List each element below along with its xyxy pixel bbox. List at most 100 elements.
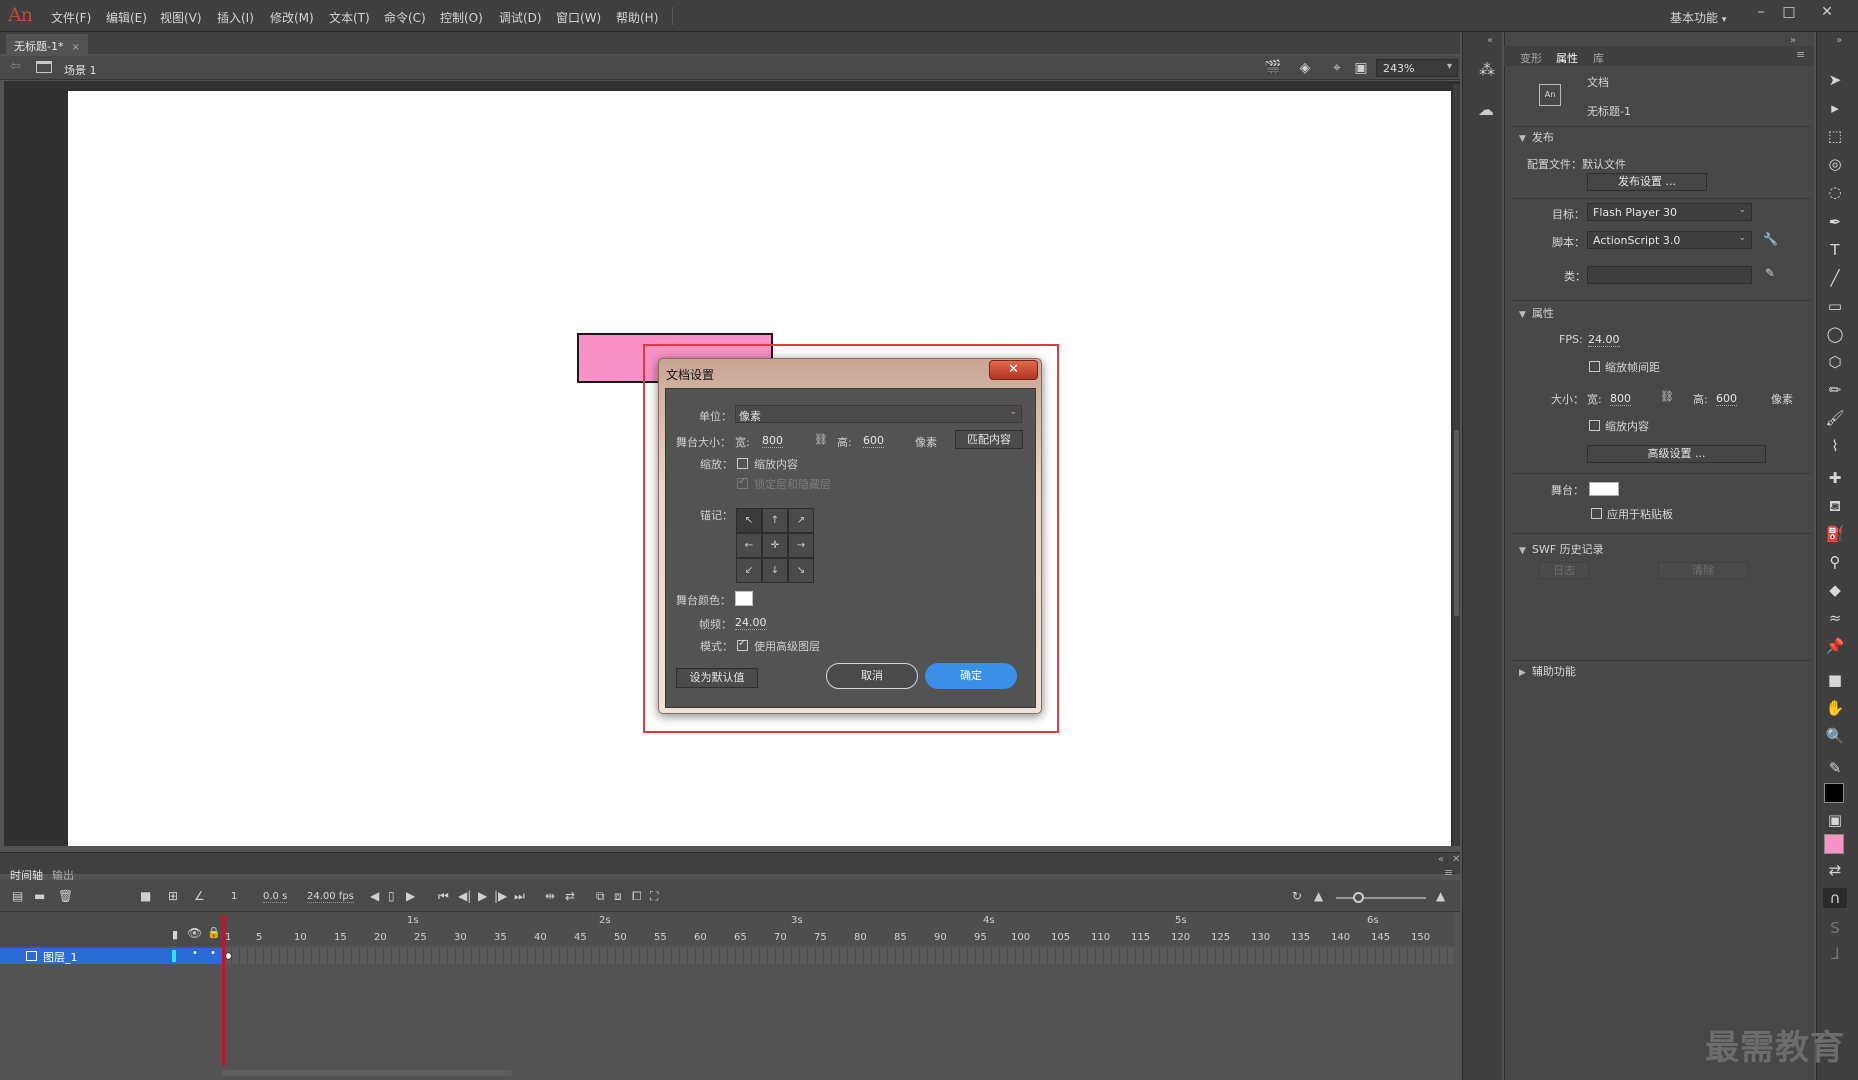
eyedropper-tool-icon[interactable]: ⚲ [1823,552,1847,572]
trash-icon[interactable]: 🗑 [58,889,73,903]
last-frame-icon[interactable]: ⏭ [514,889,525,904]
onion-skin-icon[interactable]: ⧉ [596,889,605,904]
highlight-layers-icon[interactable]: ▮ [172,928,178,941]
target-select[interactable]: Flash Player 30 ⌄ [1587,203,1752,221]
clip-stage-icon[interactable]: ▣ [1352,60,1370,76]
collapse-icon[interactable]: » [1836,35,1842,46]
new-layer-icon[interactable]: ▤ [12,889,23,903]
panel-menu-icon[interactable]: ≡ [1444,866,1453,879]
menu-view[interactable]: 视图(V) [160,9,202,26]
collapse-icon[interactable]: « [1438,854,1444,865]
scrollbar-thumb[interactable] [1454,430,1459,616]
stroke-color-swatch[interactable] [1824,783,1844,803]
subselection-tool-icon[interactable]: ▸ [1823,98,1847,118]
onion-outline-icon[interactable]: ⧈ [614,889,622,904]
zoom-tool-icon[interactable]: 🔍 [1823,726,1847,746]
zoom-out-icon[interactable]: ▲ [1314,889,1323,903]
paint-bucket-tool-icon[interactable]: ⛾ [1823,496,1847,516]
minimize-icon[interactable]: – [1750,4,1772,24]
publish-settings-button[interactable]: 发布设置 ... [1587,173,1707,191]
polystar-tool-icon[interactable]: ⬡ [1823,352,1847,372]
loop-icon[interactable]: ⇄ [565,889,575,903]
menu-window[interactable]: 窗口(W) [556,9,601,26]
layer-parenting-icon[interactable]: ⊞ [168,889,178,903]
collapse-icon[interactable]: » [1790,35,1796,46]
camera-tool-icon[interactable]: ■ [1823,670,1847,690]
menu-modify[interactable]: 修改(M) [270,9,314,26]
tab-transform[interactable]: 变形 [1520,50,1542,66]
layer-name[interactable]: 图层_1 [43,949,78,965]
menu-debug[interactable]: 调试(D) [499,9,542,26]
graph-icon[interactable]: ∠ [194,889,205,903]
panel-menu-icon[interactable]: ≡ [1796,48,1805,61]
fps-value[interactable]: 24.00 [1588,333,1620,347]
oval-tool-icon[interactable]: ◯ [1823,324,1847,344]
layer-lock-dot[interactable]: • [210,948,216,959]
pen-tool-icon[interactable]: ✒ [1823,212,1847,232]
marker-icon[interactable]: ▯ [388,889,395,903]
menu-text[interactable]: 文本(T) [329,9,370,26]
cc-libraries-icon[interactable]: ☁ [1478,100,1494,119]
center-frame-icon[interactable]: ⇹ [545,889,555,903]
zoom-in-icon[interactable]: ▲ [1436,889,1445,903]
new-folder-icon[interactable]: ▬ [34,889,45,903]
camera-icon[interactable]: ■ [140,889,151,903]
edit-symbol-icon[interactable]: ◈ [1296,60,1314,76]
layer-color-marker[interactable] [172,950,176,962]
3d-rotation-tool-icon[interactable]: ◎ [1823,154,1847,174]
properties-section-header[interactable]: ▼ 属性 [1519,305,1554,321]
close-icon[interactable]: ✕ [1816,4,1838,24]
close-tab-icon[interactable]: × [71,42,79,53]
current-time[interactable]: 0.0 s [263,891,288,903]
onion-markers-icon[interactable]: ⛶ [650,889,658,904]
swf-history-section-header[interactable]: ▼ SWF 历史记录 [1519,541,1604,557]
zoom-select[interactable]: 243% ▾ [1376,59,1458,77]
menu-commands[interactable]: 命令(C) [384,9,426,26]
step-forward-icon[interactable]: ▶ [406,889,415,903]
timeline-horizontal-scrollbar[interactable] [222,1070,512,1076]
height-value[interactable]: 600 [1716,392,1737,406]
rectangle-tool-icon[interactable]: ▭ [1823,296,1847,316]
selection-tool-icon[interactable]: ➤ [1823,70,1847,90]
playhead[interactable] [222,915,225,1065]
paint-brush-tool-icon[interactable]: 🖌 [1823,408,1847,428]
brush-tool-icon[interactable]: ⌇ [1823,436,1847,456]
edit-scene-icon[interactable]: 🎬 [1264,60,1282,76]
bone-tool-icon[interactable]: ✚ [1823,468,1847,488]
tab-library[interactable]: 库 [1593,50,1604,66]
frame-rate[interactable]: 24.00 fps [307,891,354,903]
publish-section-header[interactable]: ▼ 发布 [1519,129,1554,145]
menu-insert[interactable]: 插入(I) [217,9,254,26]
menu-help[interactable]: 帮助(H) [616,9,658,26]
close-panel-icon[interactable]: ✕ [1452,854,1460,865]
hand-tool-icon[interactable]: ✋ [1823,698,1847,718]
free-transform-tool-icon[interactable]: ⬚ [1823,126,1847,146]
edit-multiple-icon[interactable]: ⧠ [632,889,642,904]
fill-color-swatch[interactable] [1824,834,1844,854]
stroke-color-icon[interactable]: ✎ [1823,758,1847,778]
lock-icon[interactable]: 🔒 [207,926,221,939]
layer-visible-dot[interactable]: • [192,948,198,959]
lasso-tool-icon[interactable]: ◌ [1823,182,1847,202]
pencil-tool-icon[interactable]: ✏ [1823,380,1847,400]
swap-colors-icon[interactable]: ⇄ [1823,860,1847,880]
asset-warp-tool-icon[interactable]: 📌 [1823,636,1847,656]
next-frame-icon[interactable]: |▶ [494,889,507,903]
menu-control[interactable]: 控制(O) [440,9,483,26]
pencil-icon[interactable]: ✎ [1765,266,1775,280]
scale-content-checkbox[interactable] [1589,420,1600,431]
smooth-icon[interactable]: S [1823,918,1847,938]
collapse-icon[interactable]: « [1487,35,1493,46]
apply-paste-checkbox[interactable] [1591,508,1602,519]
eraser-tool-icon[interactable]: ◆ [1823,580,1847,600]
menu-file[interactable]: 文件(F) [51,9,91,26]
stage-color-swatch[interactable] [1589,482,1619,496]
play-icon[interactable]: ▶ [478,889,487,903]
straighten-icon[interactable]: ᒧ [1823,944,1847,964]
accessibility-section-header[interactable]: ▶ 辅助功能 [1519,663,1576,679]
class-input[interactable] [1587,266,1752,284]
layer-frames[interactable] [224,948,1454,964]
wrench-icon[interactable]: 🔧 [1763,232,1778,246]
link-icon[interactable]: ⛓ [1660,390,1674,403]
width-tool-icon[interactable]: ≈ [1823,608,1847,628]
